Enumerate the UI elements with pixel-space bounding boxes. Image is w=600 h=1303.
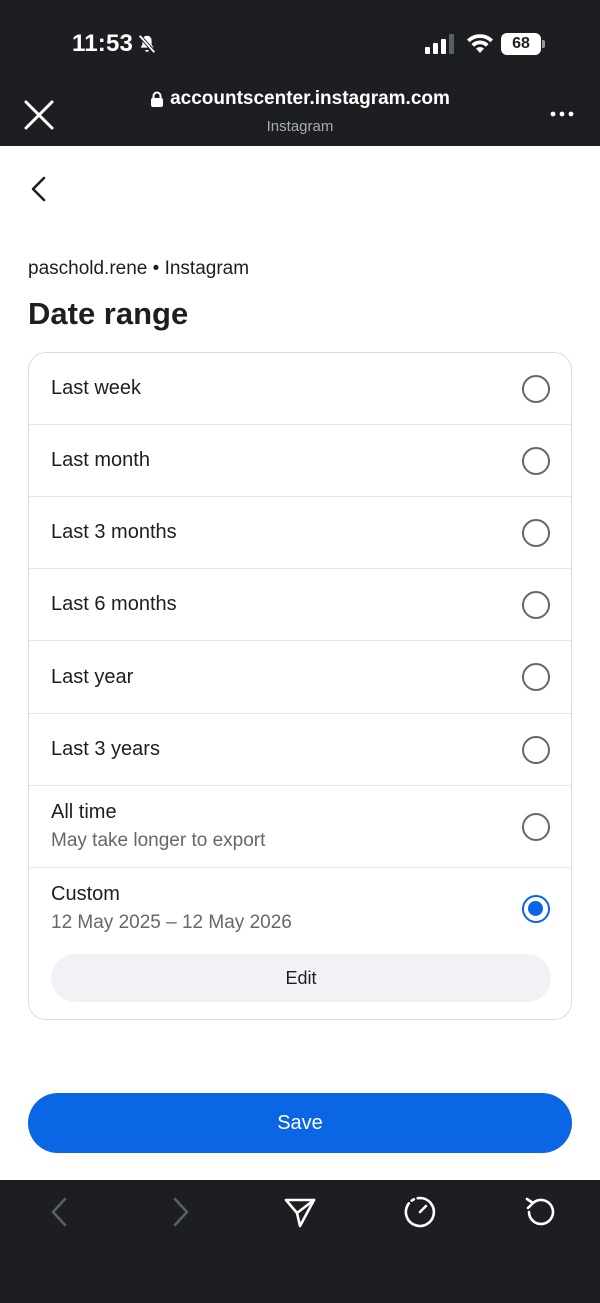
browser-bottom-toolbar xyxy=(0,1180,600,1303)
url-text: accountscenter.instagram.com xyxy=(170,88,450,109)
more-options-icon[interactable] xyxy=(548,104,576,124)
reload-icon[interactable] xyxy=(523,1195,557,1229)
option-label: Last 3 years xyxy=(51,738,160,760)
option-label: Last month xyxy=(51,449,150,471)
option-description: May take longer to export xyxy=(51,830,266,851)
radio-button[interactable] xyxy=(522,736,550,764)
option-label: Last 6 months xyxy=(51,593,177,615)
custom-date-range: 12 May 2025 – 12 May 2026 xyxy=(51,912,292,933)
radio-button[interactable] xyxy=(522,591,550,619)
option-label: Last 3 months xyxy=(51,521,177,543)
page-title: Date range xyxy=(28,296,189,331)
back-arrow-icon[interactable] xyxy=(43,1195,77,1229)
wifi-icon xyxy=(467,34,493,53)
save-button[interactable]: Save xyxy=(28,1093,572,1153)
option-last-6-months[interactable]: Last 6 months xyxy=(29,569,571,641)
signal-icon xyxy=(425,34,454,54)
site-name: Instagram xyxy=(266,118,334,135)
option-custom[interactable]: Custom 12 May 2025 – 12 May 2026 Edit xyxy=(29,868,571,1019)
bell-slash-icon xyxy=(138,34,156,54)
status-time: 11:53 xyxy=(72,30,134,57)
browser-top-chrome: 11:53 68 accountscenter.instagram.com In… xyxy=(0,0,600,146)
radio-button[interactable] xyxy=(522,375,550,403)
close-browser-button[interactable] xyxy=(22,98,56,132)
option-all-time[interactable]: All time May take longer to export xyxy=(29,786,571,868)
url-display[interactable]: accountscenter.instagram.com Instagram xyxy=(120,88,480,135)
option-label: All time xyxy=(51,801,117,823)
edit-custom-range-button[interactable]: Edit xyxy=(51,954,551,1002)
option-label: Last year xyxy=(51,666,134,688)
option-last-month[interactable]: Last month xyxy=(29,425,571,497)
radio-button[interactable] xyxy=(522,447,550,475)
option-label: Last week xyxy=(51,377,142,399)
option-last-3-months[interactable]: Last 3 months xyxy=(29,497,571,569)
option-label: Custom xyxy=(51,883,120,905)
option-last-year[interactable]: Last year xyxy=(29,641,571,714)
lock-icon xyxy=(151,91,164,107)
radio-button-selected[interactable] xyxy=(522,895,550,923)
option-last-week[interactable]: Last week xyxy=(29,353,571,425)
back-chevron-icon[interactable] xyxy=(24,174,54,204)
battery-level: 68 xyxy=(501,33,541,55)
forward-arrow-icon[interactable] xyxy=(163,1195,197,1229)
account-line: paschold.rene • Instagram xyxy=(28,258,250,279)
radio-button[interactable] xyxy=(522,813,550,841)
battery-tip xyxy=(542,40,545,48)
radio-button[interactable] xyxy=(522,519,550,547)
option-last-3-years[interactable]: Last 3 years xyxy=(29,714,571,786)
share-send-icon[interactable] xyxy=(283,1195,317,1229)
date-range-options: Last week Last month Last 3 months Last … xyxy=(28,352,572,1020)
radio-button[interactable] xyxy=(522,663,550,691)
battery-indicator: 68 xyxy=(501,33,545,55)
timer-icon[interactable] xyxy=(403,1195,437,1229)
date-range-page: paschold.rene • Instagram Date range Las… xyxy=(0,146,600,1180)
